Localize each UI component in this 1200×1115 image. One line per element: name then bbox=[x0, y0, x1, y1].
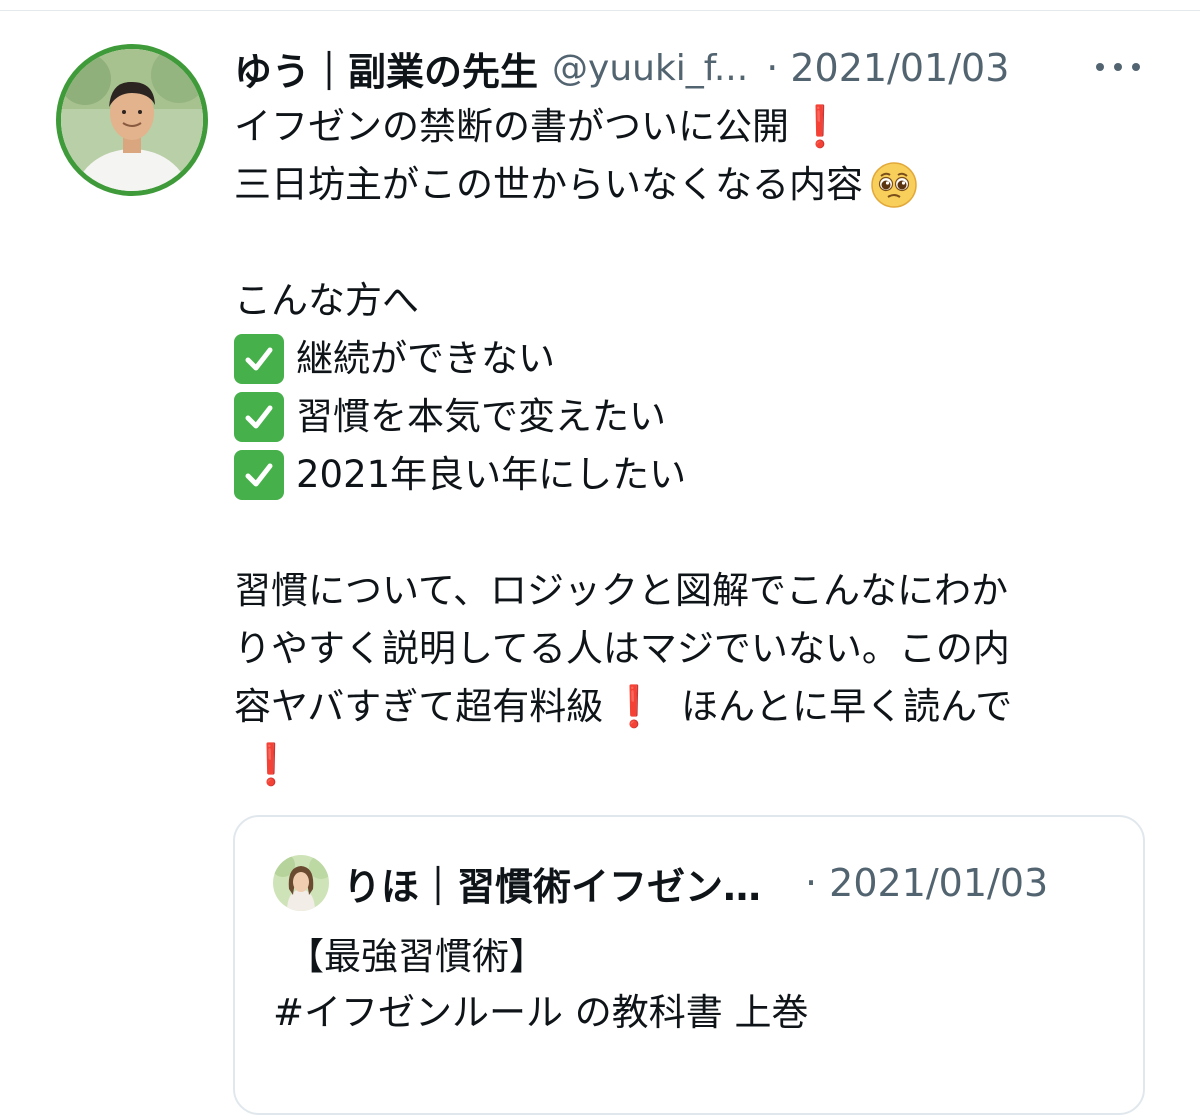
tweet-line: 習慣について、ロジックと図解でこんなにわか bbox=[234, 562, 1134, 620]
more-dot bbox=[1096, 63, 1104, 71]
user-handle[interactable]: @yuuki_f... bbox=[552, 48, 748, 89]
top-divider bbox=[0, 0, 1200, 11]
tweet-line: 三日坊主がこの世からいなくなる内容 bbox=[234, 156, 1134, 214]
red-exclamation-icon: ❗ bbox=[246, 742, 296, 788]
check-mark-button-icon bbox=[234, 334, 284, 384]
tweet-line: こんな方へ bbox=[234, 272, 1134, 330]
quoted-line: 【最強習慣術】 bbox=[287, 935, 546, 978]
checklist-item-text: 習慣を本気で変えたい bbox=[296, 395, 666, 438]
check-mark-button-icon bbox=[234, 392, 284, 442]
quoted-line: #イフゼンルール の教科書 上巻 bbox=[273, 991, 809, 1034]
checklist-item-text: 継続ができない bbox=[296, 337, 555, 380]
quoted-timestamp[interactable]: · 2021/01/03 bbox=[805, 861, 1048, 905]
checklist-item: 2021年良い年にしたい bbox=[234, 446, 1134, 504]
tweet-line: イフゼンの禁断の書がついに公開 ❗ bbox=[234, 98, 1134, 156]
tweet-text: イフゼンの禁断の書がついに公開 ❗ 三日坊主がこの世からいなくなる内容 こんな方… bbox=[234, 98, 1134, 794]
display-name[interactable]: ゆう｜副業の先生 bbox=[234, 41, 538, 96]
quoted-display-name[interactable]: りほ｜習慣術イフゼン… bbox=[343, 856, 761, 911]
quoted-user-avatar[interactable] bbox=[273, 855, 329, 911]
checklist-item-text: 2021年良い年にしたい bbox=[296, 453, 687, 496]
tweet-line-text: イフゼンの禁断の書がついに公開 bbox=[234, 105, 789, 148]
pleading-face-icon bbox=[871, 162, 917, 208]
tweet-line-text: 三日坊主がこの世からいなくなる内容 bbox=[234, 163, 863, 206]
user-avatar-photo bbox=[61, 49, 203, 191]
checklist-item: 習慣を本気で変えたい bbox=[234, 388, 1134, 446]
quoted-tweet-text: 【最強習慣術】 #イフゼンルール の教科書 上巻 bbox=[273, 929, 809, 1041]
tweet-line-text: りやすく説明してる人はマジでいない。この内 bbox=[234, 627, 1010, 670]
tweet-line-text: 習慣について、ロジックと図解でこんなにわか bbox=[234, 569, 1009, 612]
tweet-timestamp[interactable]: · 2021/01/03 bbox=[766, 46, 1009, 90]
more-options-icon[interactable] bbox=[1096, 52, 1140, 82]
red-exclamation-icon: ❗ bbox=[795, 104, 845, 150]
user-avatar[interactable] bbox=[56, 44, 208, 196]
red-exclamation-icon: ❗ bbox=[609, 684, 660, 730]
tweet-line-text: こんな方へ bbox=[234, 279, 419, 322]
quoted-tweet-header: りほ｜習慣術イフゼン… · 2021/01/03 bbox=[273, 853, 1103, 913]
check-mark-button-icon bbox=[234, 450, 284, 500]
tweet-line: りやすく説明してる人はマジでいない。この内 bbox=[234, 620, 1134, 678]
tweet-line-text: 容ヤバすぎて超有料級 bbox=[234, 685, 604, 728]
more-dot bbox=[1132, 63, 1140, 71]
tweet-header: ゆう｜副業の先生 @yuuki_f... · 2021/01/03 bbox=[234, 40, 1154, 96]
checklist-item: 継続ができない bbox=[234, 330, 1134, 388]
quoted-tweet-card[interactable]: りほ｜習慣術イフゼン… · 2021/01/03 【最強習慣術】 #イフゼンルー… bbox=[233, 815, 1145, 1115]
tweet-line: 容ヤバすぎて超有料級 ❗ ほんとに早く読んで bbox=[234, 678, 1134, 736]
tweet-line-text: ほんとに早く読んで bbox=[681, 685, 1013, 728]
quoted-user-avatar-photo bbox=[273, 855, 329, 911]
tweet-line: ❗ bbox=[234, 736, 1134, 794]
more-dot bbox=[1114, 63, 1122, 71]
